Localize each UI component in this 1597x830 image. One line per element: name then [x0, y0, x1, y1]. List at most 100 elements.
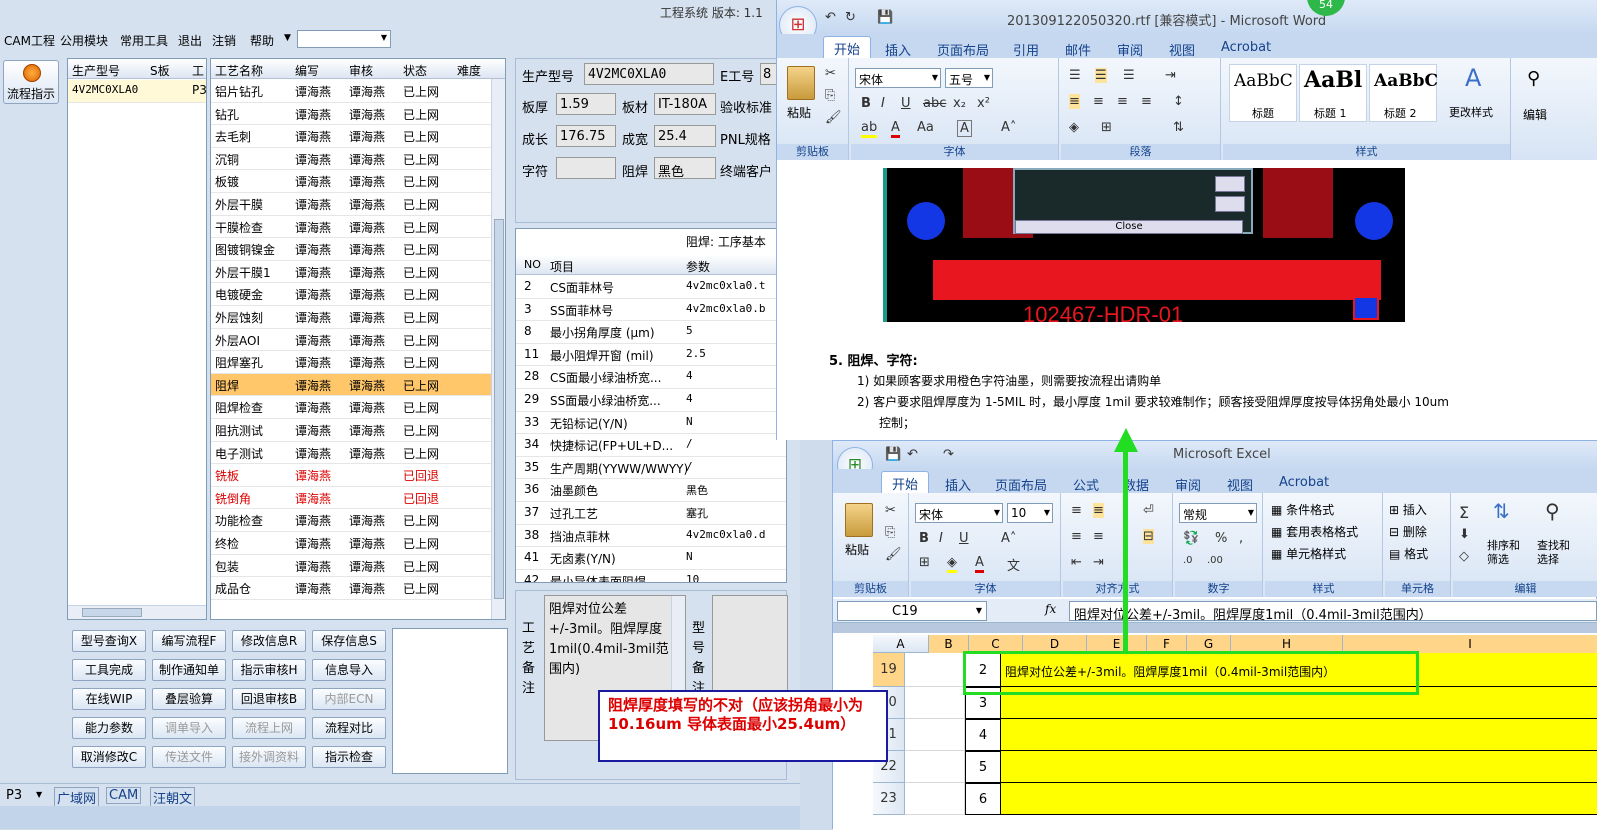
subscript-icon[interactable]: x₂	[953, 96, 966, 111]
style-heading2[interactable]: AaBbC 标题 2	[1369, 64, 1438, 122]
superscript-icon[interactable]: x²	[977, 96, 990, 111]
soldermask-field[interactable]: 黑色	[654, 157, 716, 180]
table-row[interactable]: 4V2MC0XLA0 P3	[68, 80, 206, 103]
undo-icon[interactable]: ↶	[825, 10, 836, 25]
align-center-icon[interactable]: ≡	[1093, 529, 1104, 544]
align-center-icon[interactable]: ≡	[1093, 94, 1104, 109]
sort-icon[interactable]: ⇅	[1173, 120, 1184, 135]
format-painter-icon[interactable]: 🖌	[885, 547, 902, 562]
table-row[interactable]: 功能检查 谭海燕 谭海燕 已上网	[211, 509, 491, 532]
horizontal-scrollbar[interactable]	[68, 605, 206, 619]
cell-c[interactable]	[1001, 783, 1597, 815]
tab-layout[interactable]: 页面布局	[937, 40, 989, 59]
style-normal[interactable]: AaBbC 标题	[1229, 64, 1297, 122]
number-format-combo[interactable]: 常规 ▼	[1179, 503, 1257, 523]
tab-insert[interactable]: 插入	[945, 475, 971, 494]
align-left-icon[interactable]: ≡	[1071, 529, 1082, 544]
align-left-icon[interactable]: ≡	[1069, 94, 1080, 109]
cam-action-button[interactable]: 在线WIP	[72, 688, 146, 710]
cam-action-button[interactable]: 流程上网	[232, 717, 306, 739]
tab-home[interactable]: 开始	[823, 36, 872, 60]
change-styles-button[interactable]: A 更改样式	[1445, 64, 1507, 122]
table-row[interactable]: 铣板 谭海燕 已回退	[211, 464, 491, 487]
tab-acrobat[interactable]: Acrobat	[1279, 475, 1329, 490]
toolbar-combo[interactable]: ▼	[297, 30, 391, 48]
menu-logout[interactable]: 注销	[212, 32, 236, 49]
fill-icon[interactable]: ⬇	[1459, 527, 1470, 542]
format-cells-button[interactable]: ▤ 格式	[1389, 545, 1428, 562]
col-header[interactable]: 编写	[295, 62, 319, 79]
italic-icon[interactable]: I	[881, 96, 885, 111]
currency-icon[interactable]: 💱	[1183, 531, 1199, 546]
cell-a[interactable]	[905, 783, 965, 815]
table-row[interactable]: 阻焊 谭海燕 谭海燕 已上网	[211, 373, 491, 397]
col-header[interactable]: 审核	[349, 62, 373, 79]
table-row[interactable]: 钻孔 谭海燕 谭海燕 已上网	[211, 103, 491, 126]
format-painter-icon[interactable]: 🖌	[825, 110, 842, 125]
tab-review[interactable]: 审阅	[1175, 475, 1201, 494]
cam-action-button[interactable]: 回退审核B	[232, 688, 306, 710]
copy-icon[interactable]: ⎘	[885, 525, 895, 540]
bold-icon[interactable]: B	[861, 96, 871, 111]
cell-c[interactable]	[1001, 751, 1597, 783]
bullets-icon[interactable]: ☰	[1069, 68, 1081, 83]
strikethrough-icon[interactable]: abc	[923, 96, 946, 111]
insert-cells-button[interactable]: ⊞ 插入	[1389, 501, 1427, 518]
style-heading1[interactable]: AaBl 标题 1	[1299, 64, 1367, 122]
tab-mailings[interactable]: 邮件	[1065, 40, 1091, 59]
cam-action-button[interactable]: 指示审核H	[232, 659, 306, 681]
cell-a[interactable]	[905, 751, 965, 783]
cell-a[interactable]	[905, 687, 965, 719]
cam-action-button[interactable]: 编写流程F	[152, 630, 226, 652]
table-row[interactable]: 36 油墨颜色 黑色	[516, 479, 786, 502]
material-field[interactable]: IT-180A	[654, 93, 716, 115]
flow-indicator-button[interactable]: 流程指示	[3, 60, 59, 104]
cell-b[interactable]: 4	[965, 719, 1001, 751]
table-row[interactable]: 外层蚀刻 谭海燕 谭海燕 已上网	[211, 306, 491, 329]
col-header[interactable]: S板	[150, 62, 170, 79]
merge-icon[interactable]: ⊟	[1143, 529, 1154, 544]
table-row[interactable]: 阻抗测试 谭海燕 谭海燕 已上网	[211, 419, 491, 442]
table-row[interactable]: 电子测试 谭海燕 谭海燕 已上网	[211, 442, 491, 465]
table-row[interactable]: 去毛刺 谭海燕 谭海燕 已上网	[211, 125, 491, 148]
tab-view[interactable]: 视图	[1227, 475, 1253, 494]
sum-icon[interactable]: Σ	[1459, 503, 1469, 522]
formula-input[interactable]: 阻焊对位公差+/-3mil。阻焊厚度1mil（0.4mil-3mil范围内）	[1069, 601, 1597, 623]
menu-help[interactable]: 帮助	[250, 32, 274, 49]
table-format-button[interactable]: ▦ 套用表格格式	[1271, 523, 1358, 540]
multilevel-icon[interactable]: ☰	[1123, 68, 1135, 83]
table-row[interactable]: 阻焊检查 谭海燕 谭海燕 已上网	[211, 396, 491, 419]
comma-icon[interactable]: ,	[1239, 531, 1243, 546]
model-field[interactable]: 4V2MC0XLA0	[584, 63, 714, 85]
cam-action-button[interactable]: 指示检查	[312, 746, 386, 768]
col-header[interactable]: 生产型号	[72, 62, 120, 79]
row-header[interactable]: 23	[873, 783, 905, 815]
status-p3[interactable]: P3	[6, 788, 22, 803]
name-box[interactable]: C19 ▼	[837, 601, 987, 621]
cam-action-button[interactable]: 保存信息S	[312, 630, 386, 652]
column-header[interactable]: A	[873, 635, 929, 653]
col-header[interactable]: NO	[524, 258, 541, 271]
table-row[interactable]: 42 最小导体表面阻焊... 10	[516, 570, 786, 582]
line-spacing-icon[interactable]: ↕	[1173, 94, 1184, 109]
cell-b[interactable]: 6	[965, 783, 1001, 815]
indent-icon[interactable]: ⇥	[1165, 68, 1176, 83]
table-row[interactable]: 2 CS面菲林号 4v2mc0xla0.t	[516, 276, 786, 299]
delete-cells-button[interactable]: ⊟ 删除	[1389, 523, 1427, 540]
sort-filter-button[interactable]: 排序和筛选	[1487, 539, 1527, 567]
menu-exit[interactable]: 退出	[178, 32, 202, 49]
phonetic-icon[interactable]: 文	[1007, 555, 1020, 574]
table-row[interactable]: 28 CS面最小绿油桥宽... 4	[516, 366, 786, 389]
chevron-down-icon[interactable]: ▼	[284, 33, 291, 43]
outdent-icon[interactable]: ⇥	[1093, 555, 1104, 570]
table-row[interactable]: 阻焊塞孔 谭海燕 谭海燕 已上网	[211, 351, 491, 374]
cell-styles-button[interactable]: ▦ 单元格样式	[1271, 545, 1346, 562]
cam-action-button[interactable]: 型号查询X	[72, 630, 146, 652]
tab-layout[interactable]: 页面布局	[995, 475, 1047, 494]
size-combo[interactable]: 五号 ▼	[945, 68, 993, 88]
grow-font-icon[interactable]: A˄	[1001, 531, 1016, 546]
font-color-icon[interactable]: A	[891, 120, 900, 138]
font-combo[interactable]: 宋体 ▼	[855, 68, 941, 88]
cell-a[interactable]	[905, 719, 965, 751]
table-row[interactable]: 板镀 谭海燕 谭海燕 已上网	[211, 170, 491, 193]
